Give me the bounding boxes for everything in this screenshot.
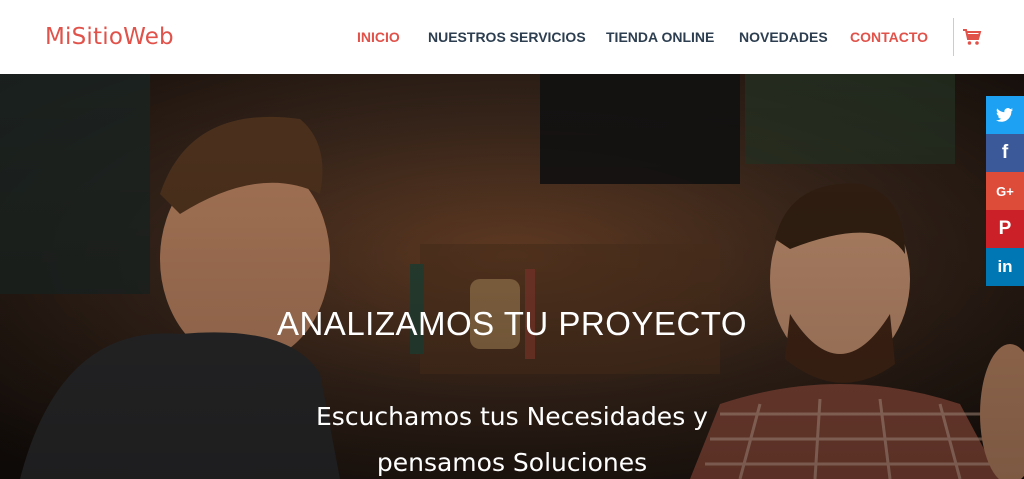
nav-item-novedades[interactable]: NOVEDADES (739, 29, 828, 45)
facebook-icon: f (1001, 142, 1009, 163)
pinterest-icon: P (998, 218, 1012, 239)
nav-item-inicio[interactable]: INICIO (357, 29, 400, 45)
shopping-cart-icon[interactable] (962, 28, 982, 46)
google-plus-share-button[interactable]: G+ (986, 172, 1024, 210)
hero-banner: ANALIZAMOS TU PROYECTO Escuchamos tus Ne… (0, 74, 1024, 479)
twitter-share-button[interactable] (986, 96, 1024, 134)
linkedin-icon: in (997, 257, 1013, 276)
linkedin-share-button[interactable]: in (986, 248, 1024, 286)
hero-subtitle-line-1: Escuchamos tus Necesidades y (316, 402, 708, 431)
twitter-icon (996, 108, 1013, 122)
hero-subtitle-line-2: pensamos Soluciones (376, 448, 648, 477)
google-plus-icon: G+ (996, 183, 1014, 199)
nav-divider (953, 18, 954, 56)
facebook-share-button[interactable]: f (986, 134, 1024, 172)
nav-item-contacto[interactable]: CONTACTO (850, 29, 928, 45)
site-logo[interactable]: MiSitioWeb (45, 24, 174, 50)
pinterest-share-button[interactable]: P (986, 210, 1024, 248)
site-header: MiSitioWeb INICIO NUESTROS SERVICIOS TIE… (0, 0, 1024, 74)
hero-title: ANALIZAMOS TU PROYECTO (276, 305, 748, 342)
nav-item-tienda[interactable]: TIENDA ONLINE (606, 29, 714, 45)
nav-item-servicios[interactable]: NUESTROS SERVICIOS (428, 29, 586, 45)
hero-subtitle: Escuchamos tus Necesidades y pensamos So… (262, 394, 762, 479)
